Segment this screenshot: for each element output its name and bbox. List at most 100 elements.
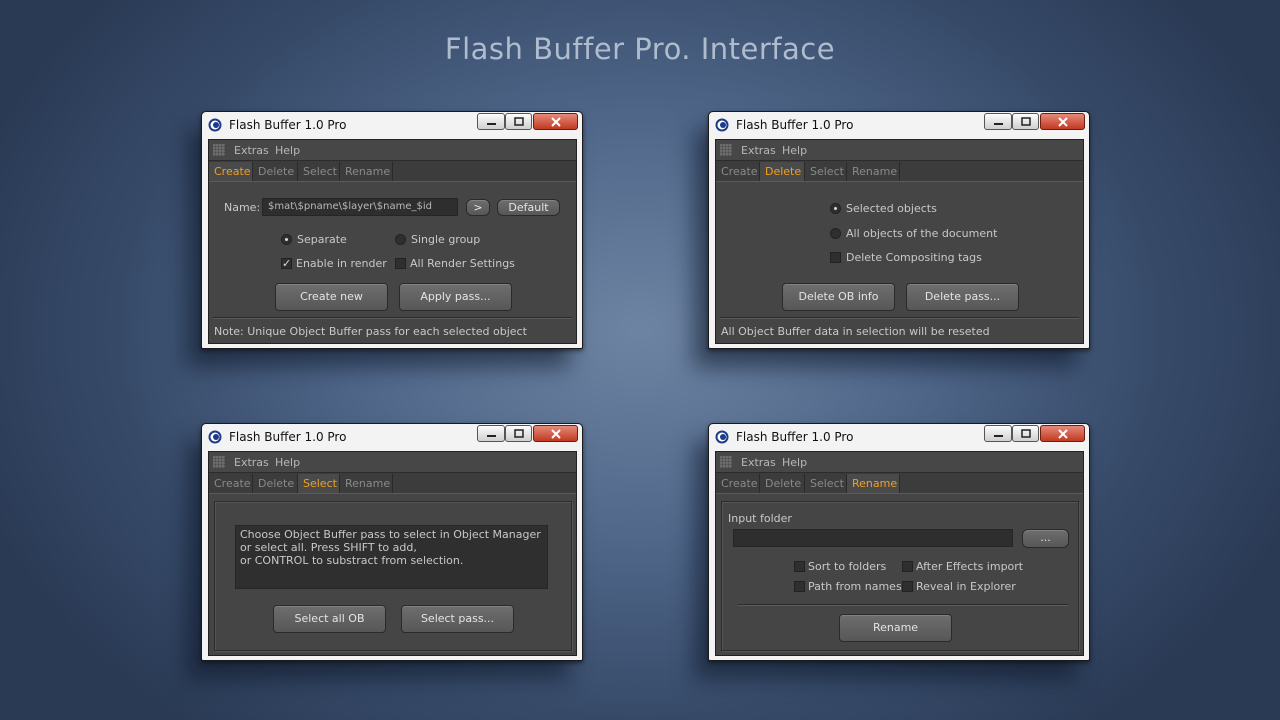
close-icon [1058, 429, 1068, 439]
grip-icon [720, 144, 732, 156]
create-new-button[interactable]: Create new [275, 283, 388, 311]
tab-delete[interactable]: Delete [253, 162, 298, 181]
cinema4d-app-icon [208, 118, 222, 132]
name-input[interactable]: $mat\$pname\$layer\$name_$id [262, 198, 458, 216]
grip-icon [213, 144, 225, 156]
default-button[interactable]: Default [497, 199, 560, 216]
page-title: Flash Buffer Pro. Interface [444, 32, 836, 66]
maximize-button[interactable] [1012, 425, 1039, 442]
maximize-icon [1021, 117, 1031, 126]
window-select: Flash Buffer 1.0 Pro Extras Help Create … [201, 423, 583, 661]
tab-bar: Create Delete Select Rename [209, 474, 576, 493]
menu-help[interactable]: Help [275, 456, 300, 469]
delete-compositing-checkbox[interactable] [830, 252, 841, 263]
minimize-icon [487, 123, 496, 125]
tab-create[interactable]: Create [716, 162, 760, 181]
menu-bar: Extras Help [209, 452, 576, 473]
sort-to-folders-checkbox[interactable] [794, 561, 805, 572]
delete-compositing-label: Delete Compositing tags [846, 251, 982, 264]
window-title: Flash Buffer 1.0 Pro [229, 118, 347, 132]
title-bar[interactable]: Flash Buffer 1.0 Pro [709, 424, 1089, 450]
minimize-button[interactable] [984, 113, 1012, 130]
maximize-button[interactable] [505, 113, 532, 130]
window-rename: Flash Buffer 1.0 Pro Extras Help Create … [708, 423, 1090, 661]
menu-bar: Extras Help [716, 140, 1083, 161]
insert-token-button[interactable]: > [466, 199, 490, 216]
single-group-radio[interactable] [395, 234, 406, 245]
window-title: Flash Buffer 1.0 Pro [736, 430, 854, 444]
tab-select[interactable]: Select [298, 474, 340, 493]
menu-help[interactable]: Help [275, 144, 300, 157]
name-label: Name: [224, 201, 261, 214]
menu-help[interactable]: Help [782, 456, 807, 469]
all-render-settings-checkbox[interactable] [395, 258, 406, 269]
maximize-button[interactable] [1012, 113, 1039, 130]
minimize-button[interactable] [477, 113, 505, 130]
info-line: Choose Object Buffer pass to select in O… [240, 528, 541, 541]
info-line: or CONTROL to substract from selection. [240, 554, 464, 567]
tab-create[interactable]: Create [209, 162, 253, 181]
window-create: Flash Buffer 1.0 Pro Extras Help Create … [201, 111, 583, 349]
rename-button[interactable]: Rename [839, 614, 952, 642]
browse-button[interactable]: ... [1022, 529, 1069, 548]
selected-objects-radio[interactable] [830, 203, 841, 214]
title-bar[interactable]: Flash Buffer 1.0 Pro [709, 112, 1089, 138]
tab-rename[interactable]: Rename [340, 162, 393, 181]
tab-create[interactable]: Create [209, 474, 253, 493]
tab-delete[interactable]: Delete [760, 474, 805, 493]
window-client: Extras Help Create Delete Select Rename … [715, 451, 1084, 656]
menu-bar: Extras Help [716, 452, 1083, 473]
menu-help[interactable]: Help [782, 144, 807, 157]
close-button[interactable] [533, 425, 578, 442]
tab-bar: Create Delete Select Rename [716, 162, 1083, 181]
tab-select[interactable]: Select [805, 474, 847, 493]
cinema4d-app-icon [208, 430, 222, 444]
maximize-icon [514, 117, 524, 126]
title-bar[interactable]: Flash Buffer 1.0 Pro [202, 424, 582, 450]
all-objects-radio[interactable] [830, 228, 841, 239]
title-bar[interactable]: Flash Buffer 1.0 Pro [202, 112, 582, 138]
menu-extras[interactable]: Extras [741, 144, 776, 157]
menu-extras[interactable]: Extras [234, 144, 269, 157]
minimize-button[interactable] [477, 425, 505, 442]
menu-extras[interactable]: Extras [741, 456, 776, 469]
tab-delete[interactable]: Delete [760, 162, 805, 181]
tab-select[interactable]: Select [805, 162, 847, 181]
select-all-ob-button[interactable]: Select all OB [273, 605, 386, 633]
tab-bar: Create Delete Select Rename [209, 162, 576, 181]
separate-radio[interactable] [281, 234, 292, 245]
tab-delete[interactable]: Delete [253, 474, 298, 493]
menu-extras[interactable]: Extras [234, 456, 269, 469]
tab-rename[interactable]: Rename [847, 162, 900, 181]
close-button[interactable] [533, 113, 578, 130]
delete-pass-button[interactable]: Delete pass... [906, 283, 1019, 311]
close-icon [551, 117, 561, 127]
single-group-label: Single group [411, 233, 481, 246]
close-icon [1058, 117, 1068, 127]
after-effects-checkbox[interactable] [902, 561, 913, 572]
enable-render-checkbox[interactable]: ✓ [281, 258, 292, 269]
minimize-icon [487, 435, 496, 437]
tab-rename[interactable]: Rename [847, 474, 900, 493]
tab-panel-rename: Input folder ... Sort to folders After E… [716, 493, 1083, 655]
reveal-explorer-checkbox[interactable] [902, 581, 913, 592]
delete-ob-info-button[interactable]: Delete OB info [782, 283, 895, 311]
close-button[interactable] [1040, 425, 1085, 442]
after-effects-label: After Effects import [916, 560, 1024, 573]
select-pass-button[interactable]: Select pass... [401, 605, 514, 633]
window-title: Flash Buffer 1.0 Pro [736, 118, 854, 132]
tab-create[interactable]: Create [716, 474, 760, 493]
window-client: Extras Help Create Delete Select Rename … [715, 139, 1084, 344]
tab-select[interactable]: Select [298, 162, 340, 181]
tab-panel-select: Choose Object Buffer pass to select in O… [209, 493, 576, 655]
close-button[interactable] [1040, 113, 1085, 130]
maximize-button[interactable] [505, 425, 532, 442]
select-info-text: Choose Object Buffer pass to select in O… [235, 525, 548, 589]
minimize-button[interactable] [984, 425, 1012, 442]
apply-pass-button[interactable]: Apply pass... [399, 283, 512, 311]
tab-rename[interactable]: Rename [340, 474, 393, 493]
path-from-names-checkbox[interactable] [794, 581, 805, 592]
tab-panel-create: Name: $mat\$pname\$layer\$name_$id > Def… [209, 181, 576, 343]
input-folder-field[interactable] [733, 529, 1013, 547]
reveal-explorer-label: Reveal in Explorer [916, 580, 1016, 593]
